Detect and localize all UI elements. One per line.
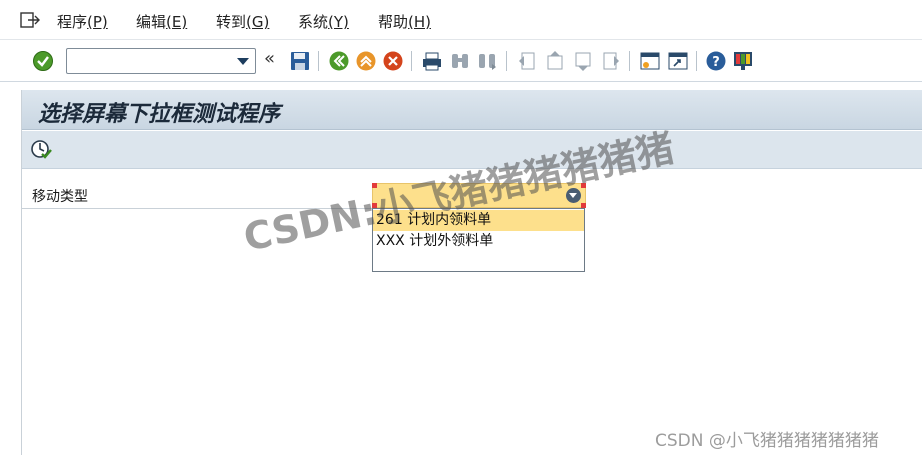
dropdown-option[interactable]: XXX 计划外领料单 [373,231,584,252]
toolbar-separator [411,51,412,71]
shortcut-icon[interactable] [667,50,689,72]
first-page-icon[interactable] [516,50,538,72]
find-next-icon[interactable] [476,50,498,72]
menu-system[interactable]: 系统(Y) [298,11,349,32]
layout-icon[interactable] [732,50,754,72]
menu-program[interactable]: 程序(P) [57,11,108,32]
menu-bar: 程序(P) 编辑(E) 转到(G) 系统(Y) 帮助(H) [0,0,922,40]
standard-toolbar: « ? [0,40,922,82]
find-icon[interactable] [449,50,471,72]
command-field[interactable] [66,48,256,74]
cancel-icon[interactable] [382,50,404,72]
exit-icon[interactable] [355,50,377,72]
movement-type-label: 移动类型 [32,189,88,205]
help-icon[interactable]: ? [705,50,727,72]
toolbar-separator [318,51,319,71]
next-page-icon[interactable] [572,50,594,72]
back-icon[interactable] [328,50,350,72]
menu-help[interactable]: 帮助(H) [378,11,431,32]
prev-page-icon[interactable] [544,50,566,72]
title-bar: 选择屏幕下拉框测试程序 [22,90,922,130]
menu-goto[interactable]: 转到(G) [216,11,269,32]
collapse-chevron-icon[interactable]: « [264,48,275,69]
watermark-footer: CSDN @小飞猪猪猪猪猪猪猪 [655,431,879,451]
page-title: 选择屏幕下拉框测试程序 [38,101,281,127]
menu-edit[interactable]: 编辑(E) [136,11,187,32]
menu-exit-icon[interactable] [20,11,40,29]
print-icon[interactable] [421,50,443,72]
svg-text:?: ? [712,55,720,70]
new-session-icon[interactable] [639,50,661,72]
command-input[interactable] [71,51,221,71]
toolbar-separator [506,51,507,71]
check-icon[interactable] [32,50,54,72]
chevron-down-icon[interactable] [237,58,249,65]
save-icon[interactable] [289,50,311,72]
last-page-icon[interactable] [600,50,622,72]
execute-icon[interactable] [30,139,54,161]
toolbar-separator [629,51,630,71]
toolbar-separator [696,51,697,71]
